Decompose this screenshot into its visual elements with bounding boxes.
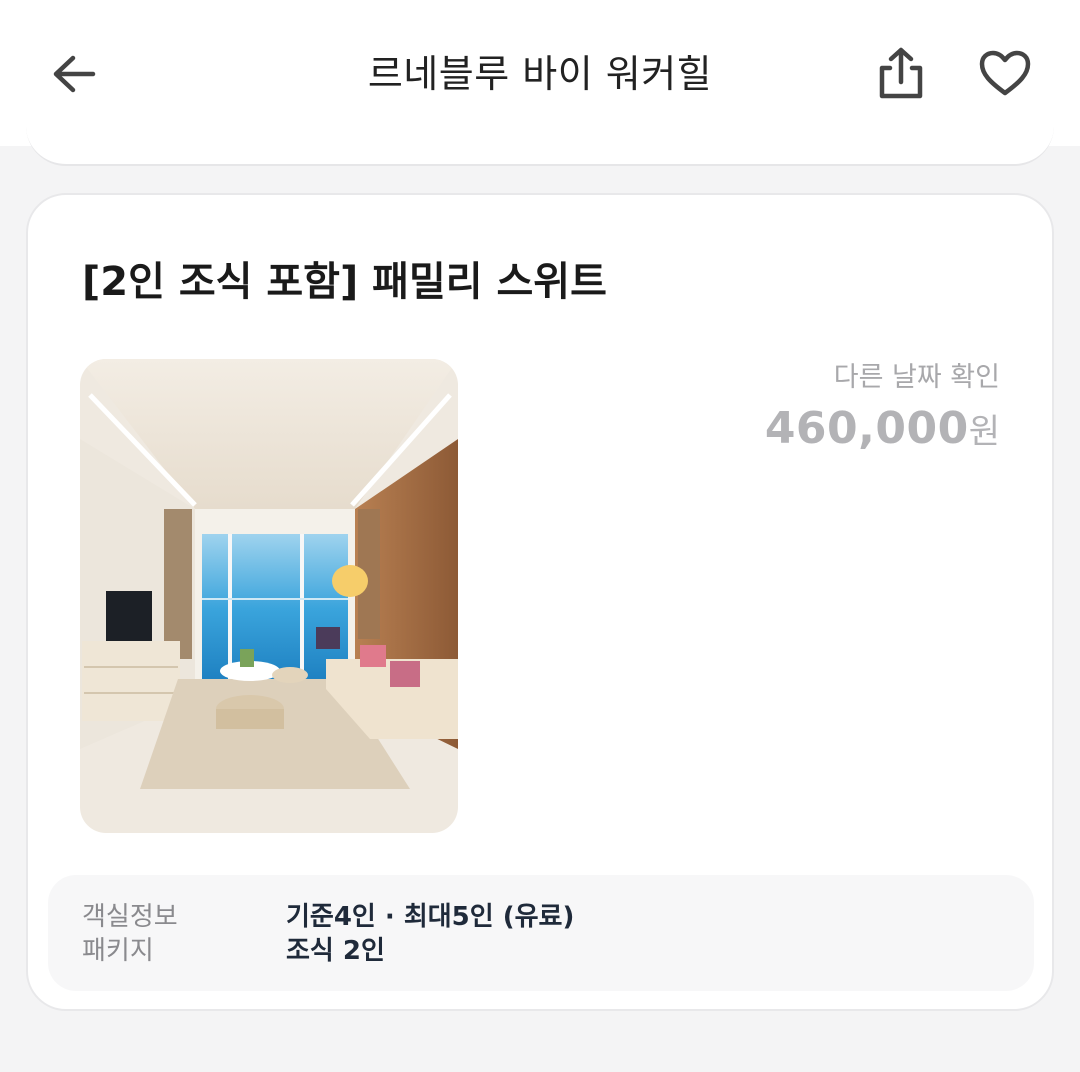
room-name: [2인 조식 포함] 패밀리 스위트 xyxy=(82,259,607,305)
price-unit: 원 xyxy=(968,412,1000,452)
heart-icon xyxy=(979,50,1031,96)
like-button[interactable] xyxy=(970,40,1040,106)
room-info-label: 객실정보 xyxy=(82,902,178,932)
share-button[interactable] xyxy=(868,40,934,106)
back-button[interactable] xyxy=(44,46,104,102)
previous-room-card xyxy=(26,106,1054,166)
room-info-value: 기준4인 · 최대5인 (유료) xyxy=(286,902,575,932)
package-value: 조식 2인 xyxy=(286,936,385,966)
page-title: 르네블루 바이 워커힐 xyxy=(367,52,713,96)
package-label: 패키지 xyxy=(82,936,154,966)
price-amount: 460,000 xyxy=(764,403,969,454)
room-price: 460,000원 xyxy=(765,401,1000,466)
back-arrow-icon xyxy=(53,55,96,93)
share-icon xyxy=(879,47,923,99)
room-photo[interactable] xyxy=(80,359,458,833)
room-image xyxy=(80,359,458,833)
other-date-link[interactable]: 다른 날짜 확인 xyxy=(834,359,1000,397)
room-card[interactable]: [2인 조식 포함] 패밀리 스위트 다른 날짜 확인 460,000원 객실정… xyxy=(26,193,1054,1011)
room-info-box: 객실정보 기준4인 · 최대5인 (유료) 패키지 조식 2인 xyxy=(48,875,1034,991)
